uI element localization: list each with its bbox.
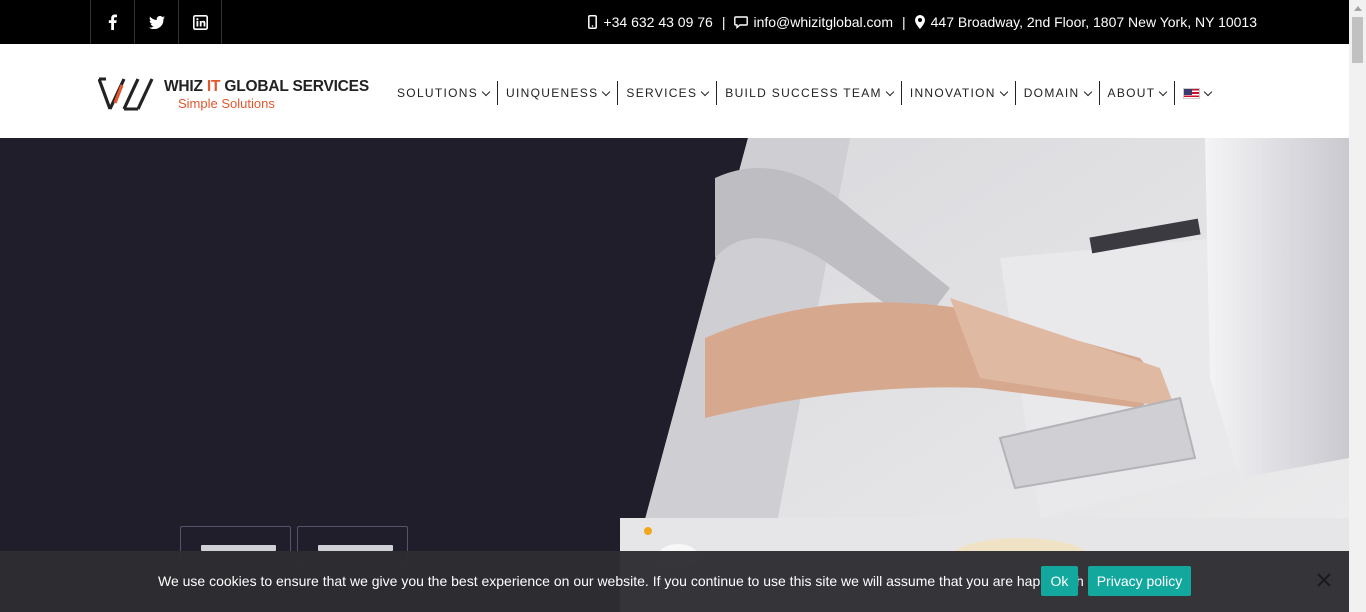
phone-number: +34 632 43 09 76: [603, 14, 713, 30]
privacy-policy-button[interactable]: Privacy policy: [1088, 566, 1191, 596]
twitter-icon[interactable]: [134, 0, 178, 44]
chevron-down-icon: [701, 87, 710, 96]
cookie-message: We use cookies to ensure that we give yo…: [158, 573, 1099, 589]
facebook-icon[interactable]: [90, 0, 134, 44]
contact-info: +34 632 43 09 76 | info@whizitglobal.com…: [586, 0, 1257, 44]
nav-about[interactable]: ABOUT: [1100, 81, 1175, 105]
scroll-thumb[interactable]: [1352, 17, 1363, 63]
email-address: info@whizitglobal.com: [753, 14, 893, 30]
separator: |: [721, 14, 726, 30]
hero-image: [620, 138, 1349, 612]
comment-icon: [734, 15, 749, 29]
chevron-down-icon: [885, 87, 895, 96]
chevron-down-icon: [481, 87, 491, 96]
nav-uinqueness[interactable]: UINQUENESS: [498, 81, 617, 105]
address-contact: 447 Broadway, 2nd Floor, 1807 New York, …: [915, 14, 1257, 30]
nav-build-success-team[interactable]: BUILD SUCCESS TEAM: [717, 81, 901, 105]
logo-text: WHIZ IT GLOBAL SERVICES: [164, 78, 369, 96]
logo-mark-icon: [98, 77, 154, 111]
main-navigation: SOLUTIONS UINQUENESS SERVICES BUILD SUCC…: [389, 81, 1219, 105]
logo-name: WHIZ IT GLOBAL SERVICES: [164, 78, 369, 95]
nav-solutions[interactable]: SOLUTIONS: [389, 81, 497, 105]
social-links: [90, 0, 222, 44]
top-bar: +34 632 43 09 76 | info@whizitglobal.com…: [0, 0, 1349, 44]
email-contact[interactable]: info@whizitglobal.com: [734, 14, 893, 30]
site-header: WHIZ IT GLOBAL SERVICES Simple Solutions…: [0, 44, 1349, 138]
close-icon[interactable]: [1315, 571, 1333, 589]
chevron-down-icon: [1204, 87, 1213, 96]
chevron-down-icon: [999, 87, 1008, 96]
chevron-down-icon: [602, 87, 611, 96]
hero-slider: [0, 138, 1349, 612]
address-text: 447 Broadway, 2nd Floor, 1807 New York, …: [930, 14, 1257, 30]
nav-innovation[interactable]: INNOVATION: [902, 81, 1015, 105]
chevron-down-icon: [1159, 87, 1168, 96]
linkedin-icon[interactable]: [178, 0, 222, 44]
separator: |: [901, 14, 906, 30]
site-logo[interactable]: WHIZ IT GLOBAL SERVICES Simple Solutions: [98, 75, 369, 115]
mobile-phone-icon: [586, 15, 598, 29]
cookie-notice: We use cookies to ensure that we give yo…: [0, 551, 1349, 612]
map-marker-icon: [915, 15, 926, 29]
language-selector[interactable]: [1175, 81, 1219, 105]
vertical-scrollbar[interactable]: [1349, 0, 1366, 612]
logo-tagline: Simple Solutions: [178, 96, 275, 111]
scroll-up-arrow-icon[interactable]: [1349, 0, 1366, 17]
cookie-ok-button[interactable]: Ok: [1041, 566, 1078, 596]
us-flag-icon: [1183, 87, 1201, 99]
chevron-down-icon: [1083, 87, 1092, 96]
nav-services[interactable]: SERVICES: [618, 81, 716, 105]
phone-contact[interactable]: +34 632 43 09 76: [586, 14, 713, 30]
nav-domain[interactable]: DOMAIN: [1016, 81, 1099, 105]
